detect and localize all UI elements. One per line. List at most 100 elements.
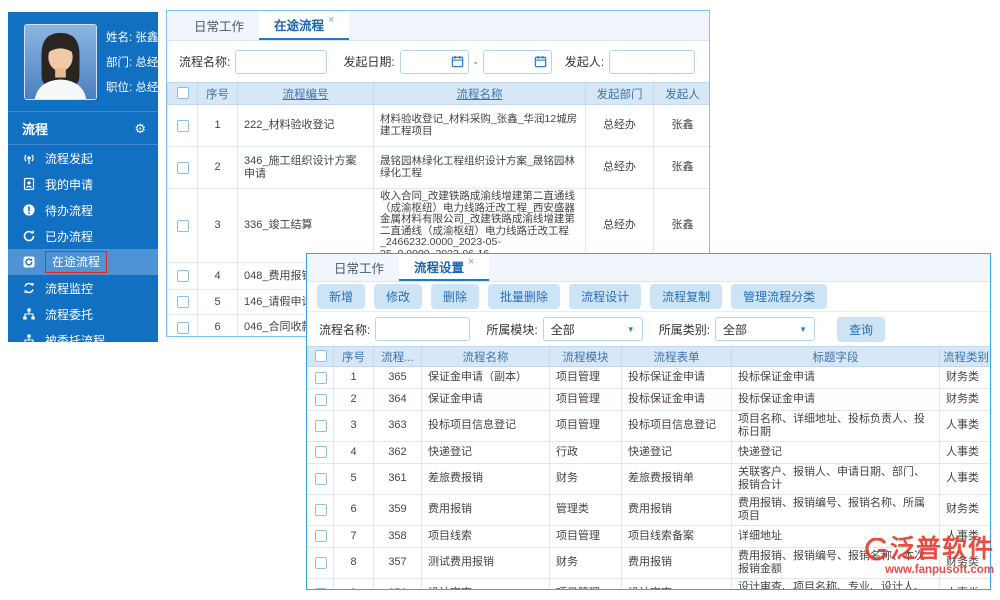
row-checkbox[interactable]	[176, 296, 189, 309]
cell-text: 2	[214, 161, 221, 174]
column-header-流程表单: 流程表单	[621, 346, 732, 367]
cell-text: 快递登记	[628, 445, 672, 458]
row-checkbox[interactable]	[314, 420, 327, 433]
cell-no: 4	[197, 262, 238, 290]
cell-no: 6	[333, 493, 374, 526]
column-header-label: 流程...	[381, 351, 414, 364]
row-checkbox[interactable]	[314, 371, 327, 384]
table-row: 3 363 投标项目信息登记 项目管理 投标项目信息登记 项目名称、详细地址、投标负责人、…	[307, 410, 990, 442]
row-checkbox[interactable]	[176, 270, 189, 283]
row-checkbox[interactable]	[314, 530, 327, 543]
start-date-from-input[interactable]	[402, 51, 451, 72]
row-checkbox[interactable]	[314, 393, 327, 406]
cell-category: 财务类	[939, 493, 990, 526]
column-header-发起部门: 发起部门	[585, 82, 654, 105]
column-header-label: 流程类别	[943, 351, 989, 364]
cell-name: 保证金申请	[421, 388, 550, 411]
calendar-icon[interactable]	[534, 55, 547, 68]
start-date-label: 发起日期:	[343, 55, 395, 69]
sidebar-item-已办流程[interactable]: 已办流程	[8, 223, 158, 249]
module-select-value: 全部	[550, 322, 575, 337]
sidebar-item-待办流程[interactable]: 待办流程	[8, 197, 158, 223]
select-all-checkbox[interactable]	[314, 350, 327, 363]
tab-日常工作[interactable]: 日常工作	[319, 254, 399, 281]
cell-title_fields: 关联客户、报销人、申请日期、部门、报销合计	[731, 462, 940, 495]
row-checkbox[interactable]	[176, 321, 189, 334]
sidebar-item-流程监控[interactable]: 流程监控	[8, 275, 158, 301]
cell-no: 9	[333, 577, 374, 589]
row-checkbox[interactable]	[314, 446, 327, 459]
sidebar-item-label: 待办流程	[45, 203, 94, 218]
row-checkbox[interactable]	[176, 161, 189, 174]
row-checkbox[interactable]	[314, 472, 327, 485]
sidebar-item-流程发起[interactable]: 流程发起	[8, 145, 158, 171]
cell-no: 3	[333, 410, 374, 442]
row-checkbox[interactable]	[314, 556, 327, 569]
cell-text: 保证金申请（副本）	[428, 371, 527, 384]
cell-category: 人事类	[939, 440, 990, 464]
cell-text: 张鑫	[671, 161, 694, 174]
row-checkbox[interactable]	[176, 219, 189, 232]
cell-text: 358	[388, 529, 407, 542]
row-checkbox[interactable]	[314, 587, 327, 589]
column-header-label: 流程表单	[653, 351, 700, 364]
sidebar-item-流程委托[interactable]: 流程委托	[8, 301, 158, 327]
exclamation-circle-icon	[21, 203, 36, 218]
sidebar-item-label: 流程委托	[45, 307, 94, 322]
cell-module: 项目管理	[549, 577, 622, 589]
row-checkbox[interactable]	[314, 503, 327, 516]
tab-流程设置[interactable]: 流程设置 ×	[399, 254, 490, 281]
toolbar-button-管理流程分类[interactable]: 管理流程分类	[731, 284, 828, 309]
cell-name: 晟铭园林绿化工程组织设计方案_晟铭园林绿化工程	[373, 146, 586, 189]
flow-name-input[interactable]	[235, 49, 328, 74]
cell-text: 项目管理	[556, 393, 600, 406]
cell-text: 费用报销	[428, 503, 472, 516]
cell-initiator: 张鑫	[653, 104, 709, 147]
cell-name: 投标项目信息登记	[421, 410, 550, 442]
sidebar-item-我的申请[interactable]: 我的申请	[8, 171, 158, 197]
cell-checkbox	[167, 146, 198, 189]
tab-日常工作[interactable]: 日常工作	[179, 11, 259, 40]
sidebar-item-被委托流程[interactable]: 被委托流程	[8, 327, 158, 353]
toolbar-button-新增[interactable]: 新增	[317, 284, 366, 309]
tab-在途流程[interactable]: 在途流程 ×	[259, 11, 350, 40]
select-all-header[interactable]	[167, 82, 198, 105]
sidebar-item-label: 已办流程	[45, 229, 94, 244]
toolbar-button-流程复制[interactable]: 流程复制	[650, 284, 723, 309]
module-select[interactable]: 全部 ▼	[542, 317, 643, 341]
cell-checkbox	[307, 410, 334, 442]
front-window-filterbar: 流程名称: 所属模块: 全部 ▼ 所属类别: 全部 ▼ 查询	[307, 312, 990, 346]
user-name: 张鑫	[135, 32, 159, 44]
toolbar-button-流程设计[interactable]: 流程设计	[569, 284, 642, 309]
toolbar-button-批量删除[interactable]: 批量删除	[488, 284, 561, 309]
tab-close-icon[interactable]: ×	[468, 256, 474, 268]
cell-text: 投标保证金申请	[628, 371, 705, 384]
gear-icon[interactable]: ⚙	[134, 121, 146, 137]
select-all-checkbox[interactable]	[176, 87, 189, 100]
column-header-流程类别: 流程类别	[939, 346, 990, 367]
toolbar-button-修改[interactable]: 修改	[374, 284, 423, 309]
initiator-input[interactable]	[609, 49, 696, 74]
select-all-header[interactable]	[307, 346, 334, 367]
cell-text: 测试费用报销	[428, 556, 494, 569]
category-select[interactable]: 全部 ▼	[715, 317, 816, 341]
sidebar-item-在途流程[interactable]: 在途流程	[8, 249, 158, 275]
cell-name: 测试费用报销	[421, 546, 550, 579]
cell-no: 8	[333, 546, 374, 579]
toolbar-button-删除[interactable]: 删除	[431, 284, 480, 309]
cell-text: 4	[350, 445, 357, 458]
row-checkbox[interactable]	[176, 119, 189, 132]
cell-text: 快递登记	[428, 445, 472, 458]
cell-text: 364	[388, 393, 407, 406]
cell-category: 人事类	[939, 410, 990, 442]
cell-form: 项目线索备案	[621, 524, 732, 548]
sync-arrows-icon	[21, 281, 36, 296]
calendar-icon[interactable]	[451, 55, 464, 68]
sitemap-icon	[21, 307, 36, 322]
cell-text: 差旅费报销单	[628, 472, 694, 485]
start-date-to-input[interactable]	[485, 51, 534, 72]
search-button[interactable]: 查询	[837, 316, 886, 342]
tab-close-icon[interactable]: ×	[328, 14, 334, 26]
back-window-filterbar: 流程名称: 发起日期: - 发起人:	[167, 41, 709, 82]
flow-name-input[interactable]	[375, 317, 471, 341]
